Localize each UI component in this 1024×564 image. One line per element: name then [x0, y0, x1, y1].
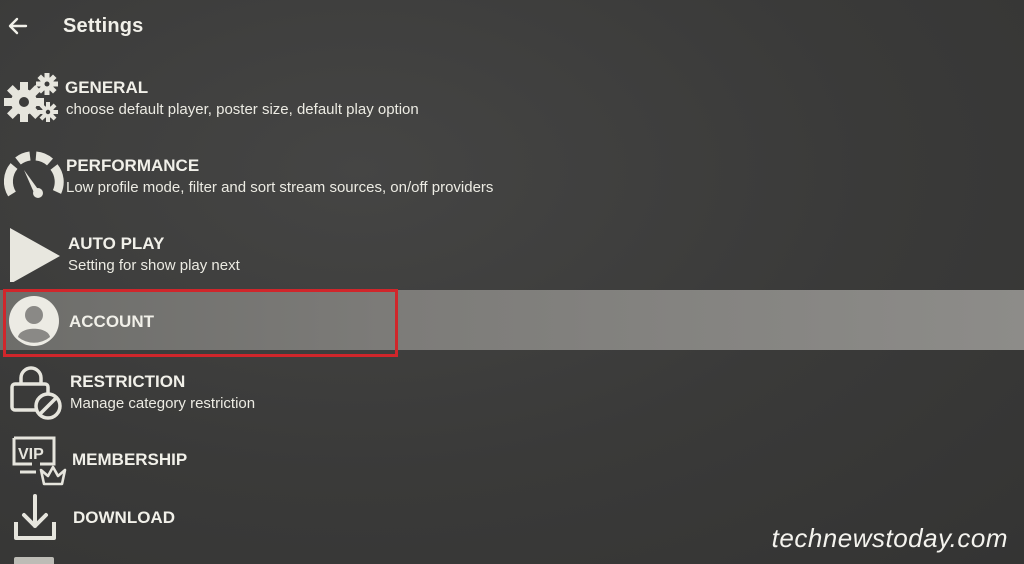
page-title: Settings: [63, 15, 144, 37]
speedometer-icon: [2, 148, 64, 204]
lock-restriction-icon: [8, 366, 70, 422]
back-button[interactable]: [4, 12, 32, 40]
header: Settings: [0, 0, 1024, 56]
menu-item-restriction[interactable]: RESTRICTION Manage category restriction: [0, 362, 1024, 424]
menu-item-title: GENERAL: [65, 78, 149, 97]
download-icon: [12, 492, 74, 548]
menu-item-auto-play[interactable]: AUTO PLAY Setting for show play next: [0, 222, 1024, 284]
menu-item-subtitle: Manage category restriction: [70, 395, 256, 412]
settings-screen: Settings GENERAL choose default player, …: [0, 0, 1024, 564]
menu-item-membership[interactable]: VIP MEMBERSHIP: [0, 430, 1024, 492]
menu-item-title: RESTRICTION: [70, 372, 186, 391]
menu-item-title: ACCOUNT: [69, 312, 154, 331]
menu-item-subtitle: choose default player, poster size, defa…: [66, 101, 419, 118]
vip-crown-icon: VIP: [10, 434, 72, 490]
menu-item-title: PERFORMANCE: [66, 156, 200, 175]
play-icon: [6, 226, 68, 282]
menu-item-account[interactable]: ACCOUNT: [0, 290, 1024, 350]
menu-item-title: AUTO PLAY: [68, 234, 165, 253]
gears-icon: [2, 70, 64, 126]
partial-menu-icon: [14, 557, 54, 564]
user-icon: [8, 295, 60, 347]
menu-item-subtitle: Setting for show play next: [68, 257, 240, 274]
svg-text:VIP: VIP: [18, 446, 44, 463]
watermark: technewstoday.com: [771, 523, 1008, 553]
menu-item-title: DOWNLOAD: [73, 508, 175, 527]
arrow-left-icon: [8, 17, 28, 35]
menu-item-title: MEMBERSHIP: [72, 450, 188, 469]
menu-item-subtitle: Low profile mode, filter and sort stream…: [66, 179, 494, 196]
menu-item-performance[interactable]: PERFORMANCE Low profile mode, filter and…: [0, 144, 1024, 206]
menu-item-general[interactable]: GENERAL choose default player, poster si…: [0, 66, 1024, 128]
